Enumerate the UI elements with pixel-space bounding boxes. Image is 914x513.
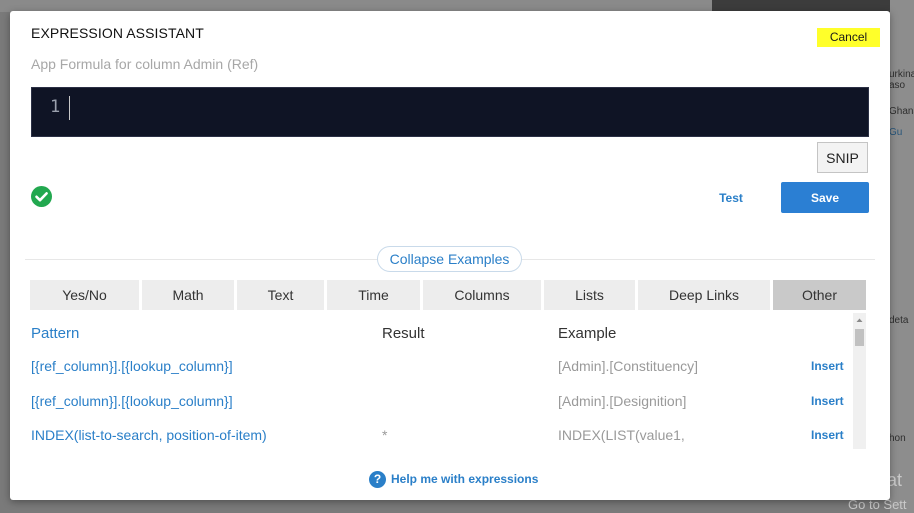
example-tabs: Yes/No Math Text Time Columns Lists Deep… xyxy=(30,280,866,310)
line-number: 1 xyxy=(50,97,61,117)
insert-button[interactable]: Insert xyxy=(811,428,844,442)
pattern-cell: INDEX(list-to-search, position-of-item) xyxy=(31,427,267,443)
insert-button[interactable]: Insert xyxy=(811,359,844,373)
column-header-pattern: Pattern xyxy=(31,325,80,342)
dialog-title: EXPRESSION ASSISTANT xyxy=(31,25,204,41)
help-expressions-link[interactable]: ? Help me with expressions xyxy=(369,469,538,489)
tab-text[interactable]: Text xyxy=(237,280,324,310)
scroll-thumb[interactable] xyxy=(855,329,864,346)
example-cell: [Admin].[Designition] xyxy=(558,393,687,409)
check-circle-icon xyxy=(31,186,52,207)
background-text: aso xyxy=(889,80,906,91)
background-text: Ghana xyxy=(889,106,914,117)
tab-yes-no[interactable]: Yes/No xyxy=(30,280,139,310)
text-cursor xyxy=(69,96,70,120)
background-text: deta xyxy=(889,315,909,326)
collapse-examples-button[interactable]: Collapse Examples xyxy=(377,246,522,272)
background-text: Gu xyxy=(889,127,903,138)
expression-assistant-dialog: EXPRESSION ASSISTANT Cancel App Formula … xyxy=(10,11,890,500)
table-row: [{ref_column}].[{lookup_column}] [Admin]… xyxy=(31,393,853,423)
background-text: urkina xyxy=(889,69,914,80)
tab-deep-links[interactable]: Deep Links xyxy=(638,280,770,310)
save-button[interactable]: Save xyxy=(781,182,869,213)
background-text: hon xyxy=(889,433,906,444)
snip-button[interactable]: SNIP xyxy=(817,142,868,173)
column-header-result: Result xyxy=(382,325,425,342)
cancel-button[interactable]: Cancel xyxy=(817,28,880,47)
tab-columns[interactable]: Columns xyxy=(423,280,541,310)
tab-math[interactable]: Math xyxy=(142,280,234,310)
question-circle-icon: ? xyxy=(369,470,386,488)
scroll-up-arrow-icon[interactable] xyxy=(853,313,866,327)
result-cell: * xyxy=(382,427,388,443)
tab-other[interactable]: Other xyxy=(773,280,866,310)
table-row: [{ref_column}].[{lookup_column}] [Admin]… xyxy=(31,358,853,388)
pattern-cell: [{ref_column}].[{lookup_column}] xyxy=(31,358,233,374)
help-link-label: Help me with expressions xyxy=(391,472,539,486)
examples-scrollbar[interactable] xyxy=(853,313,866,449)
dialog-subtitle: App Formula for column Admin (Ref) xyxy=(31,56,259,72)
column-header-example: Example xyxy=(558,325,617,342)
tab-time[interactable]: Time xyxy=(327,280,420,310)
pattern-cell: [{ref_column}].[{lookup_column}] xyxy=(31,393,233,409)
insert-button[interactable]: Insert xyxy=(811,394,844,408)
example-cell: INDEX(LIST(value1, xyxy=(558,427,685,443)
test-button[interactable]: Test xyxy=(710,189,752,207)
tab-lists[interactable]: Lists xyxy=(544,280,635,310)
example-cell: [Admin].[Constituency] xyxy=(558,358,699,374)
formula-editor[interactable]: 1 xyxy=(31,87,869,137)
list-fade xyxy=(25,449,875,459)
